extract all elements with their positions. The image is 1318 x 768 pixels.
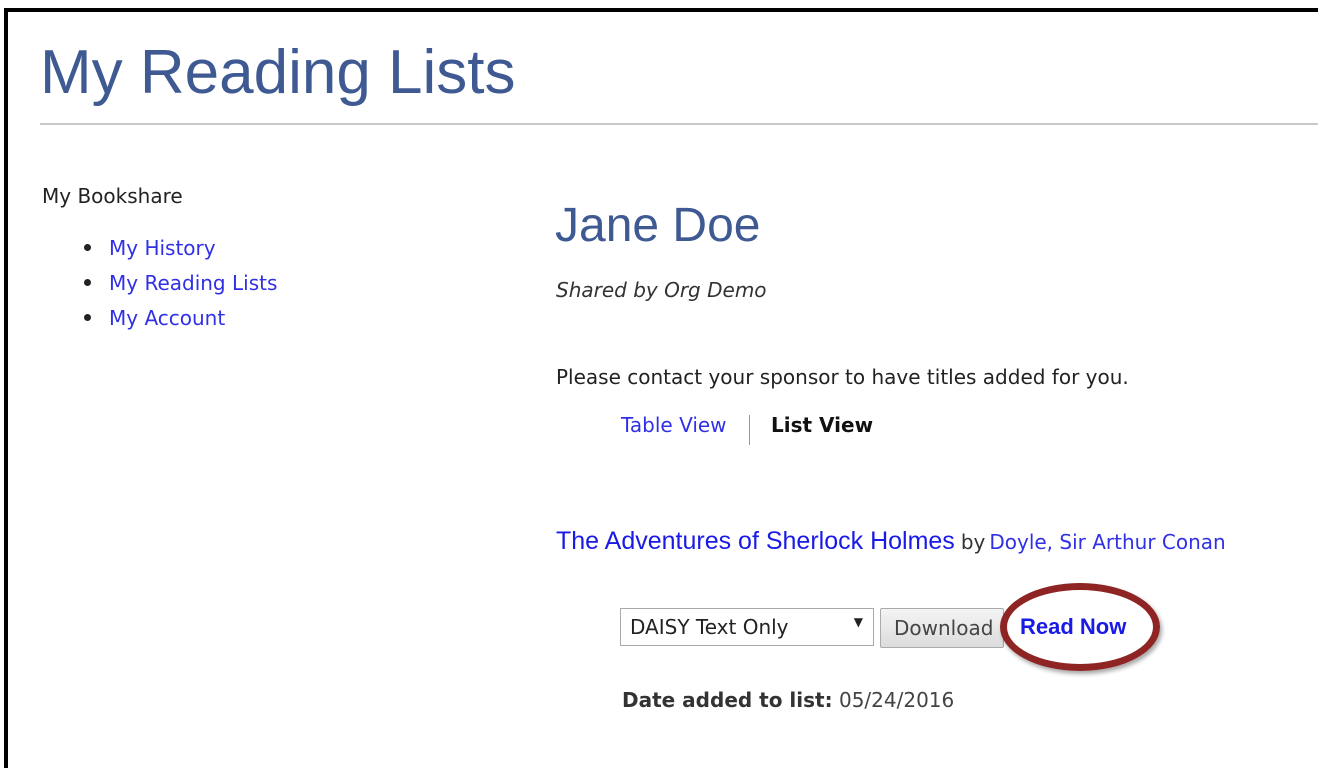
list-view-current: List View <box>771 413 874 437</box>
sidebar-link-my-history[interactable]: My History <box>109 234 216 262</box>
page-title: My Reading Lists <box>40 38 516 107</box>
view-divider <box>749 415 750 445</box>
bullet-icon <box>84 314 91 321</box>
sidebar-link-my-account[interactable]: My Account <box>109 304 225 332</box>
download-button[interactable]: Download <box>880 608 1004 648</box>
format-select-value: DAISY Text Only <box>630 615 789 639</box>
book-entry-title: The Adventures of Sherlock Holmes by Doyle… <box>556 527 1226 556</box>
title-divider <box>40 123 1318 125</box>
sidebar-link-my-reading-lists[interactable]: My Reading Lists <box>109 269 277 297</box>
date-added: Date added to list: 05/24/2016 <box>622 688 954 712</box>
book-title-link[interactable]: The Adventures of Sherlock Holmes <box>556 527 955 555</box>
highlight-circle-annotation <box>1000 583 1160 671</box>
date-added-value: 05/24/2016 <box>838 688 955 712</box>
sponsor-notice: Please contact your sponsor to have titl… <box>556 365 1129 389</box>
view-toggle: Table View List View <box>621 413 873 445</box>
sidebar-heading: My Bookshare <box>42 184 183 208</box>
bullet-icon <box>84 279 91 286</box>
date-added-label: Date added to list: <box>622 688 833 712</box>
table-view-link[interactable]: Table View <box>621 413 727 437</box>
bullet-icon <box>84 244 91 251</box>
shared-by-text: Shared by Org Demo <box>556 278 767 302</box>
dropdown-arrow-icon: ▼ <box>853 615 863 629</box>
author-link[interactable]: Doyle, Sir Arthur Conan <box>989 530 1225 554</box>
user-name-heading: Jane Doe <box>555 199 761 252</box>
by-text: by <box>960 530 986 554</box>
format-select[interactable]: DAISY Text Only ▼ <box>620 608 874 646</box>
